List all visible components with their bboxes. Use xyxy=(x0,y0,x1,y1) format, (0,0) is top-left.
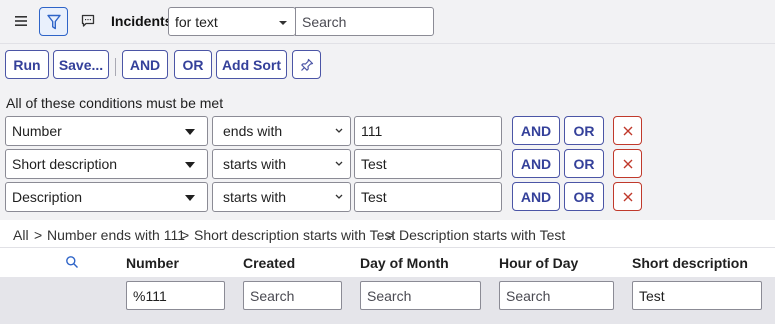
condition-and-button[interactable]: AND xyxy=(512,116,560,145)
column-search-short-description[interactable]: Test xyxy=(632,281,762,310)
condition-value-input[interactable]: Test xyxy=(354,182,502,212)
condition-and-button[interactable]: AND xyxy=(512,182,560,211)
column-header-day-of-month[interactable]: Day of Month xyxy=(360,255,449,271)
search-scope-value: for text xyxy=(175,14,218,30)
column-header-number[interactable]: Number xyxy=(126,255,179,271)
condition-operator-select[interactable]: starts with xyxy=(212,149,351,179)
run-button[interactable]: Run xyxy=(5,50,49,79)
column-header-hour-of-day[interactable]: Hour of Day xyxy=(499,255,578,271)
column-header-created[interactable]: Created xyxy=(243,255,295,271)
breadcrumb-separator: > xyxy=(386,227,395,243)
caret-down-icon xyxy=(185,162,195,168)
condition-delete-button[interactable] xyxy=(613,116,642,145)
caret-down-icon xyxy=(279,21,287,25)
close-icon xyxy=(623,159,632,168)
breadcrumb-item[interactable]: Short description starts with Test xyxy=(194,227,395,243)
condition-or-button[interactable]: OR xyxy=(564,182,604,211)
pin-icon xyxy=(300,58,313,71)
column-header-short-description[interactable]: Short description xyxy=(632,255,748,271)
chevron-down-icon xyxy=(335,161,343,166)
condition-field-select[interactable]: Short description xyxy=(5,149,208,179)
condition-operator-value: starts with xyxy=(223,189,287,205)
condition-field-value: Description xyxy=(12,189,83,205)
add-or-button[interactable]: OR xyxy=(174,50,212,79)
caret-down-icon xyxy=(185,129,195,135)
breadcrumb-item[interactable]: All xyxy=(13,227,29,243)
add-sort-button[interactable]: Add Sort xyxy=(216,50,287,79)
condition-field-value: Number xyxy=(12,123,62,139)
condition-delete-button[interactable] xyxy=(613,149,642,178)
condition-operator-select[interactable]: starts with xyxy=(212,182,351,212)
column-search-created[interactable]: Search xyxy=(243,281,342,310)
condition-field-value: Short description xyxy=(12,156,118,172)
conditions-heading: All of these conditions must be met xyxy=(6,95,224,111)
breadcrumb-item[interactable]: Number ends with 111 xyxy=(47,227,185,243)
column-search-row: %111 Search Search Search Test xyxy=(0,277,775,324)
condition-operator-select[interactable]: ends with xyxy=(212,116,351,146)
hamburger-icon xyxy=(15,16,27,26)
save-button[interactable]: Save... xyxy=(53,50,109,79)
menu-button[interactable] xyxy=(8,8,34,34)
chat-button[interactable] xyxy=(76,8,100,34)
breadcrumb-separator: > xyxy=(181,227,190,243)
condition-operator-value: starts with xyxy=(223,156,287,172)
condition-value-input[interactable]: 111 xyxy=(354,116,502,146)
condition-and-button[interactable]: AND xyxy=(512,149,560,178)
column-search-number[interactable]: %111 xyxy=(126,281,225,310)
column-search-hour-of-day[interactable]: Search xyxy=(499,281,614,310)
condition-or-button[interactable]: OR xyxy=(564,149,604,178)
close-icon xyxy=(623,192,632,201)
toolbar-divider xyxy=(115,58,116,76)
breadcrumb-item[interactable]: Description starts with Test xyxy=(399,227,565,243)
condition-or-button[interactable]: OR xyxy=(564,116,604,145)
close-icon xyxy=(623,126,632,135)
condition-field-select[interactable]: Description xyxy=(5,182,208,212)
condition-delete-button[interactable] xyxy=(613,182,642,211)
funnel-icon xyxy=(46,14,61,29)
condition-field-select[interactable]: Number xyxy=(5,116,208,146)
search-scope-select[interactable]: for text xyxy=(168,7,296,36)
search-icon xyxy=(66,256,78,268)
column-search-day-of-month[interactable]: Search xyxy=(360,281,481,310)
add-and-button[interactable]: AND xyxy=(122,50,168,79)
list-header: Incidents for text Search xyxy=(0,0,775,44)
table-header-row: Number Created Day of Month Hour of Day … xyxy=(0,248,775,277)
chevron-down-icon xyxy=(335,194,343,199)
condition-value-input[interactable]: Test xyxy=(354,149,502,179)
pin-button[interactable] xyxy=(292,50,321,79)
column-search-toggle[interactable] xyxy=(65,255,79,272)
breadcrumb: All > Number ends with 111 > Short descr… xyxy=(0,220,775,248)
page-title: Incidents xyxy=(111,13,173,29)
condition-operator-value: ends with xyxy=(223,123,283,139)
breadcrumb-separator: > xyxy=(34,227,43,243)
search-input[interactable]: Search xyxy=(295,7,434,36)
chevron-down-icon xyxy=(335,128,343,133)
caret-down-icon xyxy=(185,195,195,201)
chat-icon xyxy=(81,14,95,27)
filter-toggle-button[interactable] xyxy=(39,7,68,36)
